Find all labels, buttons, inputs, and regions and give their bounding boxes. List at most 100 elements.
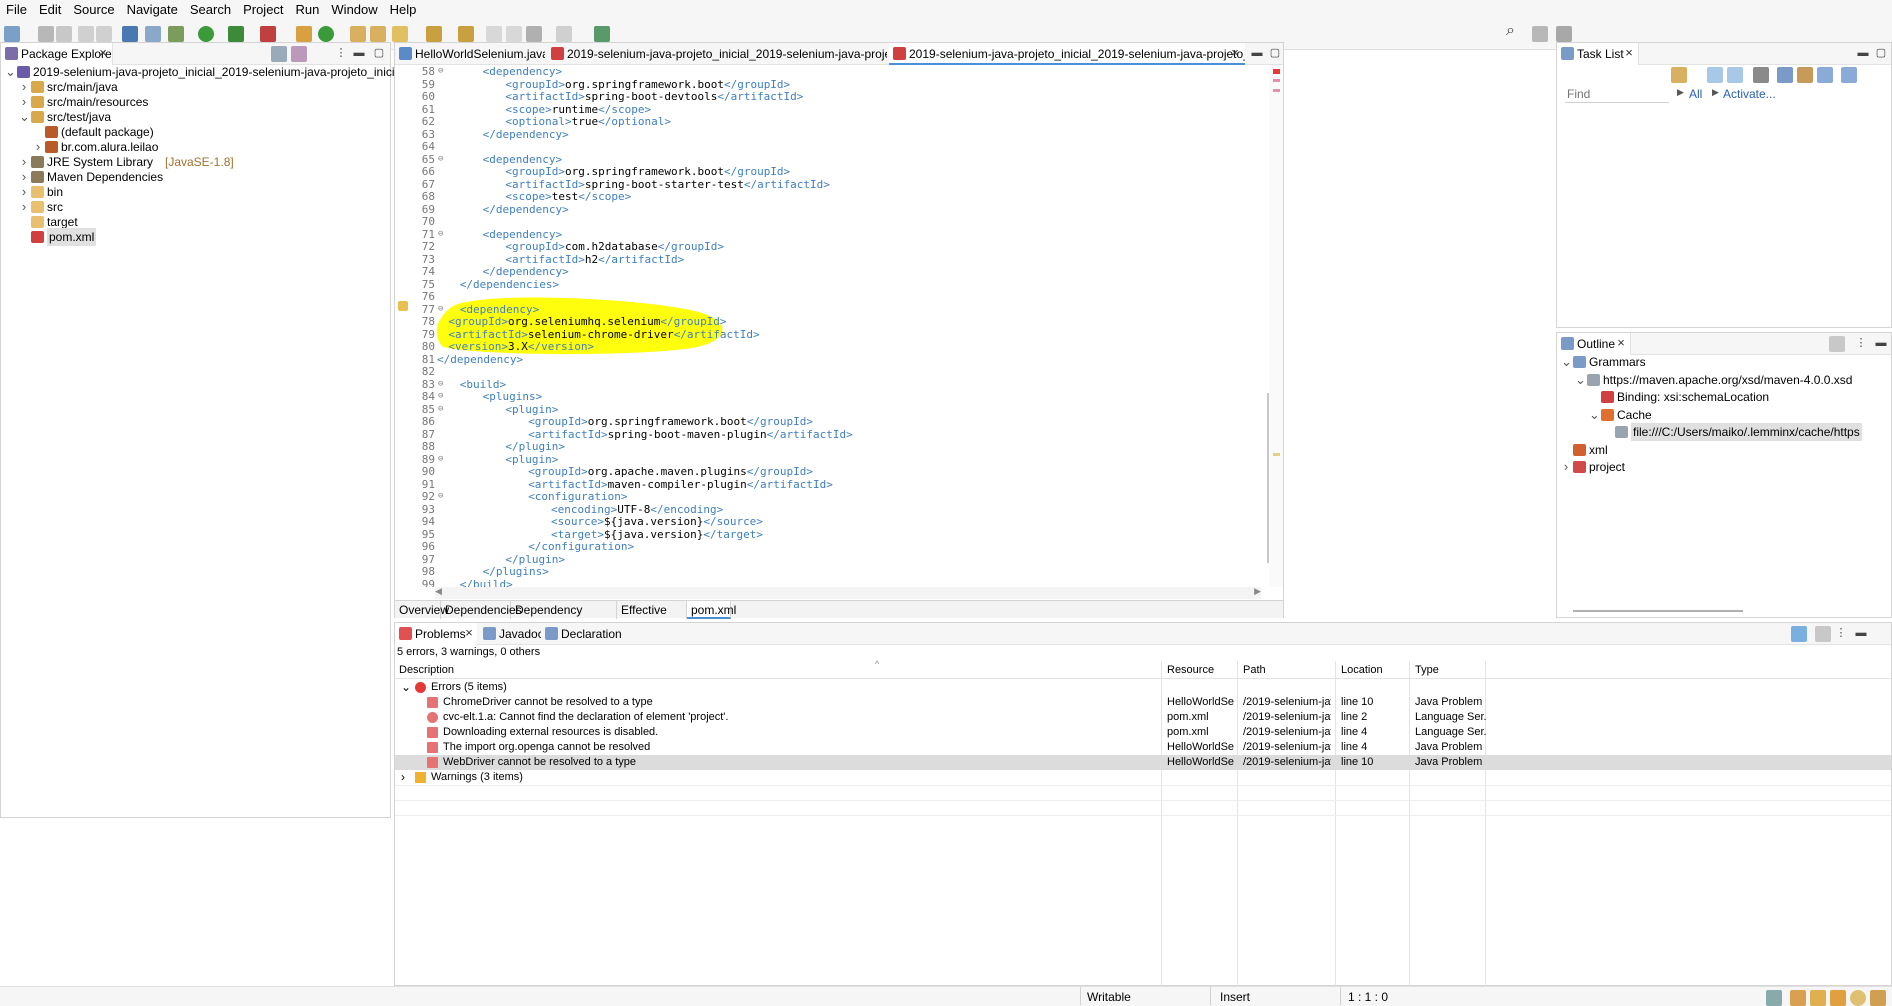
menu-run[interactable]: Run bbox=[290, 0, 326, 20]
link-with-editor-icon[interactable] bbox=[291, 46, 307, 62]
debug-perspective-icon[interactable] bbox=[1556, 26, 1572, 42]
tree-item[interactable]: file:///C:/Users/maiko/.lemminx/cache/ht… bbox=[1557, 423, 1891, 441]
new-java-project-icon[interactable] bbox=[296, 26, 312, 42]
expanded-chevron-icon[interactable]: ⌄ bbox=[1575, 371, 1586, 389]
menu-project[interactable]: Project bbox=[237, 0, 289, 20]
minimize-icon[interactable]: ▬ bbox=[1855, 627, 1867, 639]
pom-tab[interactable]: Effective POM bbox=[617, 601, 687, 635]
new-task-icon[interactable] bbox=[1671, 67, 1687, 83]
warning-marker[interactable] bbox=[1273, 453, 1280, 456]
close-icon[interactable]: × bbox=[1623, 46, 1635, 59]
error-marker[interactable] bbox=[1273, 69, 1280, 74]
maximize-icon[interactable]: ▢ bbox=[1875, 47, 1887, 59]
pom-tab[interactable]: Overview bbox=[395, 601, 449, 619]
problem-row[interactable]: WebDriver cannot be resolved to a type He… bbox=[395, 755, 1891, 770]
menu-search[interactable]: Search bbox=[184, 0, 237, 20]
menu-window[interactable]: Window bbox=[325, 0, 383, 20]
sync-icon[interactable] bbox=[1797, 67, 1813, 83]
progress-icon[interactable] bbox=[1870, 990, 1886, 1006]
java-perspective-icon[interactable] bbox=[1532, 26, 1548, 42]
tree-item[interactable]: pom.xml bbox=[1, 228, 390, 246]
minimize-icon[interactable]: ▬ bbox=[1875, 337, 1887, 349]
tree-item[interactable]: xml bbox=[1557, 441, 1891, 459]
error-marker[interactable] bbox=[1273, 89, 1280, 92]
skip-breakpoints-icon[interactable] bbox=[145, 26, 161, 42]
save-icon[interactable] bbox=[38, 26, 54, 42]
coverage-icon[interactable] bbox=[228, 26, 244, 42]
external-tools-icon[interactable] bbox=[260, 26, 276, 42]
collapse-all-icon[interactable] bbox=[1829, 336, 1845, 352]
scroll-left-icon[interactable]: ◀ bbox=[435, 586, 442, 597]
tree-item[interactable]: ⌄ Grammars bbox=[1557, 353, 1891, 371]
problem-row[interactable]: The import org.openga cannot be resolved… bbox=[395, 740, 1891, 755]
new-icon[interactable] bbox=[4, 26, 20, 42]
menu-navigate[interactable]: Navigate bbox=[121, 0, 184, 20]
scroll-right-icon[interactable]: ▶ bbox=[1254, 586, 1261, 597]
editor-tab[interactable]: 2019-selenium-java-projeto_inicial_2019-… bbox=[547, 43, 887, 65]
redo-icon[interactable] bbox=[96, 26, 112, 42]
view-menu-icon[interactable]: ⋮ bbox=[1855, 337, 1867, 349]
menu-edit[interactable]: Edit bbox=[33, 0, 67, 20]
minimize-icon[interactable]: ▬ bbox=[1251, 47, 1263, 59]
scheduled-icon[interactable] bbox=[1727, 67, 1743, 83]
tree-item[interactable]: ⌄ https://maven.apache.org/xsd/maven-4.0.… bbox=[1557, 371, 1891, 389]
trim-stack-icon[interactable] bbox=[1766, 990, 1782, 1006]
focus-icon[interactable] bbox=[1815, 626, 1831, 642]
last-edit-icon[interactable] bbox=[486, 26, 502, 42]
problem-row[interactable]: cvc-elt.1.a: Cannot find the declaration… bbox=[395, 710, 1891, 725]
find-input[interactable] bbox=[1565, 86, 1669, 103]
column-location[interactable]: Location bbox=[1341, 664, 1383, 676]
open-tasks-icon[interactable] bbox=[1830, 990, 1846, 1006]
vertical-scrollbar[interactable] bbox=[1267, 393, 1269, 563]
activate-link[interactable]: Activate... bbox=[1723, 87, 1776, 101]
search-icon[interactable]: ⌕ bbox=[1506, 22, 1515, 40]
horizontal-scrollbar[interactable] bbox=[1573, 610, 1743, 612]
expanded-chevron-icon[interactable]: ⌄ bbox=[1561, 353, 1572, 371]
editor-tab[interactable]: 2019-selenium-java-projeto_inicial_2019-… bbox=[889, 43, 1245, 65]
problem-row[interactable]: ChromeDriver cannot be resolved to a typ… bbox=[395, 695, 1891, 710]
column-type[interactable]: Type bbox=[1415, 664, 1439, 676]
expanded-chevron-icon[interactable]: ⌄ bbox=[401, 680, 411, 695]
code-line[interactable]: 99 </build> bbox=[395, 577, 1269, 588]
view-menu-icon[interactable]: ⋮ bbox=[335, 47, 347, 59]
column-description[interactable]: Description bbox=[399, 664, 454, 676]
close-icon[interactable]: × bbox=[97, 46, 109, 59]
collapsed-chevron-icon[interactable]: › bbox=[1561, 458, 1571, 476]
collapse-icon[interactable] bbox=[1817, 67, 1833, 83]
notifications-icon[interactable] bbox=[1850, 990, 1866, 1006]
next-annotation-icon[interactable] bbox=[426, 26, 442, 42]
filter-icon[interactable] bbox=[1791, 626, 1807, 642]
debug-icon[interactable] bbox=[168, 26, 184, 42]
code-editor[interactable]: 58 ⊖ <dependency> 59 <groupId>org.springfram… bbox=[395, 65, 1269, 587]
pom-tab[interactable]: Dependencies bbox=[441, 601, 522, 619]
bookmarks-icon[interactable] bbox=[1790, 990, 1806, 1006]
minimize-icon[interactable]: ▬ bbox=[353, 47, 365, 59]
play-icon[interactable]: ▶ bbox=[1712, 87, 1719, 98]
new-class-icon[interactable] bbox=[318, 26, 334, 42]
run-icon[interactable] bbox=[198, 26, 214, 42]
tree-item[interactable]: Binding: xsi:schemaLocation bbox=[1557, 388, 1891, 406]
task-repositories-icon[interactable] bbox=[1841, 67, 1857, 83]
pom-tab[interactable]: pom.xml bbox=[687, 601, 736, 619]
bottom-tab[interactable]: Javadoc bbox=[479, 623, 541, 645]
tree-item[interactable]: ⌄ Cache bbox=[1557, 406, 1891, 424]
open-resource-icon[interactable] bbox=[370, 26, 386, 42]
open-type-icon[interactable] bbox=[350, 26, 366, 42]
back-icon[interactable] bbox=[526, 26, 542, 42]
view-menu-icon[interactable]: ⋮ bbox=[1835, 627, 1847, 639]
editor-tab[interactable]: HelloWorldSelenium.java bbox=[395, 43, 545, 65]
collapsed-chevron-icon[interactable]: › bbox=[401, 770, 405, 785]
error-marker[interactable] bbox=[1273, 79, 1280, 82]
maximize-icon[interactable]: ▢ bbox=[1269, 47, 1281, 59]
bottom-tab[interactable]: Declaration bbox=[541, 623, 621, 645]
save-all-icon[interactable] bbox=[56, 26, 72, 42]
collapse-all-icon[interactable] bbox=[271, 46, 287, 62]
problem-group-row[interactable]: ⌄ Errors (5 items) bbox=[395, 680, 1891, 695]
tree-item[interactable]: › project bbox=[1557, 458, 1891, 476]
maximize-icon[interactable]: ▢ bbox=[373, 47, 385, 59]
close-icon[interactable]: × bbox=[463, 626, 475, 639]
problem-row[interactable]: Downloading external resources is disabl… bbox=[395, 725, 1891, 740]
terminal-icon[interactable] bbox=[122, 26, 138, 42]
column-resource[interactable]: Resource bbox=[1167, 664, 1214, 676]
forward-edit-icon[interactable] bbox=[506, 26, 522, 42]
